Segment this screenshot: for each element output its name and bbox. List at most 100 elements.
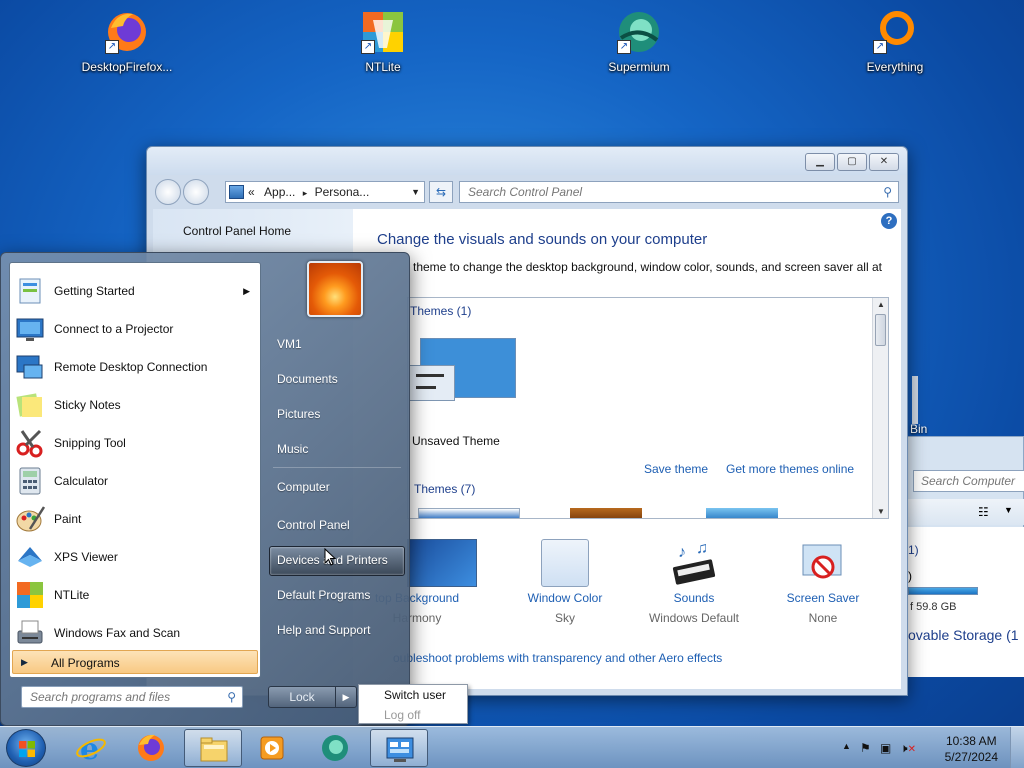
search-placeholder: Search Control Panel bbox=[468, 185, 583, 199]
start-link-documents[interactable]: Documents bbox=[277, 372, 338, 386]
forward-button[interactable] bbox=[183, 179, 209, 205]
recycle-bin-icon[interactable] bbox=[912, 376, 918, 424]
window-color-option[interactable]: Window Color Sky bbox=[505, 539, 625, 625]
window-color-icon bbox=[541, 539, 589, 587]
start-link-user[interactable]: VM1 bbox=[277, 337, 302, 351]
program-getting-started[interactable]: Getting Started ▶ bbox=[10, 273, 260, 309]
get-more-themes-link[interactable]: Get more themes online bbox=[726, 462, 854, 476]
desktop-icon-firefox[interactable]: ↗ DesktopFirefox... bbox=[72, 8, 182, 74]
internet-explorer-icon: e bbox=[76, 732, 106, 764]
unsaved-theme-thumbnail[interactable] bbox=[409, 338, 516, 401]
themes-scrollbar[interactable]: ▲ ▼ bbox=[872, 298, 888, 518]
aero-themes-header[interactable]: Themes (7) bbox=[414, 482, 475, 496]
maximize-button[interactable]: ▢ bbox=[837, 153, 867, 171]
network-icon[interactable]: ▣ bbox=[880, 741, 891, 755]
show-hidden-icons-arrow[interactable]: ▲ bbox=[842, 741, 851, 751]
search-icon[interactable]: ⚲ bbox=[883, 182, 892, 202]
program-sticky-notes[interactable]: Sticky Notes bbox=[10, 387, 260, 423]
play-arrow-icon: ▶ bbox=[21, 657, 28, 667]
program-label: Sticky Notes bbox=[54, 398, 121, 412]
help-icon[interactable]: ? bbox=[881, 213, 897, 229]
aero-theme-thumbnail[interactable] bbox=[706, 508, 778, 518]
troubleshoot-aero-link[interactable]: oubleshoot problems with transparency an… bbox=[393, 651, 722, 665]
scroll-down-icon[interactable]: ▼ bbox=[873, 507, 888, 516]
taskbar-supermium[interactable] bbox=[306, 729, 364, 767]
firefox-icon bbox=[138, 734, 164, 761]
taskbar-file-explorer[interactable] bbox=[184, 729, 242, 767]
mouse-cursor-icon bbox=[324, 548, 336, 566]
user-account-picture[interactable] bbox=[307, 261, 363, 317]
switch-user-item[interactable]: Switch user bbox=[384, 688, 446, 702]
control-panel-home-link[interactable]: Control Panel Home bbox=[183, 224, 291, 238]
computer-content: 1) ) f 59.8 GB ovable Storage (1 bbox=[908, 527, 1024, 677]
window-titlebar[interactable]: ▁ ▢ ✕ bbox=[147, 147, 907, 175]
back-button[interactable] bbox=[155, 179, 181, 205]
close-button[interactable]: ✕ bbox=[869, 153, 899, 171]
program-ntlite[interactable]: NTLite bbox=[10, 577, 260, 613]
taskbar-control-panel[interactable] bbox=[370, 729, 428, 767]
start-link-help-support[interactable]: Help and Support bbox=[277, 623, 370, 637]
chevron-down-icon[interactable]: ▼ bbox=[411, 182, 420, 202]
desktop-icon-supermium[interactable]: ↗ Supermium bbox=[584, 8, 694, 74]
desktop-icon-everything[interactable]: ↗ Everything bbox=[840, 8, 950, 74]
program-label: Getting Started bbox=[54, 284, 135, 298]
option-value: Sky bbox=[554, 611, 575, 625]
sounds-icon: ♪ ♫ bbox=[670, 539, 718, 587]
taskbar-media-player[interactable] bbox=[244, 729, 302, 767]
drive-free-space: f 59.8 GB bbox=[910, 601, 957, 613]
start-link-computer[interactable]: Computer bbox=[277, 480, 330, 494]
all-programs-button[interactable]: ▶ All Programs bbox=[12, 650, 258, 674]
taskbar-firefox[interactable] bbox=[122, 729, 180, 767]
taskbar-internet-explorer[interactable]: e bbox=[62, 729, 120, 767]
save-theme-link[interactable]: Save theme bbox=[644, 462, 708, 476]
chevron-down-icon[interactable]: ▼ bbox=[1004, 505, 1013, 515]
program-calculator[interactable]: Calculator bbox=[10, 463, 260, 499]
submenu-arrow-icon[interactable]: ▶ bbox=[243, 286, 250, 297]
sticky-notes-icon bbox=[14, 389, 46, 421]
search-control-panel-input[interactable]: Search Control Panel ⚲ bbox=[459, 181, 899, 203]
start-link-music[interactable]: Music bbox=[277, 442, 308, 456]
projector-icon bbox=[14, 313, 46, 345]
everything-search-icon: ↗ bbox=[871, 8, 919, 56]
start-search-input[interactable]: Search programs and files ⚲ bbox=[21, 686, 243, 708]
refresh-button[interactable]: ⇆ bbox=[429, 181, 453, 203]
sounds-option[interactable]: ♪ ♫ Sounds Windows Default bbox=[634, 539, 754, 625]
log-off-item[interactable]: Log off bbox=[384, 708, 420, 722]
scrollbar-thumb[interactable] bbox=[875, 314, 886, 346]
program-paint[interactable]: Paint bbox=[10, 501, 260, 537]
view-options-icon[interactable]: ☷ bbox=[978, 505, 989, 519]
lock-button[interactable]: Lock bbox=[268, 686, 336, 708]
volume-muted-icon[interactable]: 🕨✕ bbox=[900, 741, 916, 756]
breadcrumb-appearance[interactable]: App... bbox=[264, 185, 295, 199]
program-remote-desktop[interactable]: Remote Desktop Connection bbox=[10, 349, 260, 385]
clock[interactable]: 10:38 AM 5/27/2024 bbox=[945, 733, 998, 765]
aero-theme-thumbnail[interactable] bbox=[418, 508, 520, 518]
scroll-up-icon[interactable]: ▲ bbox=[873, 300, 888, 309]
screen-saver-option[interactable]: Screen Saver None bbox=[763, 539, 883, 625]
program-snipping-tool[interactable]: Snipping Tool bbox=[10, 425, 260, 461]
action-center-flag-icon[interactable]: ⚑ bbox=[860, 741, 871, 755]
program-xps-viewer[interactable]: XPS Viewer bbox=[10, 539, 260, 575]
start-link-default-programs[interactable]: Default Programs bbox=[277, 588, 370, 602]
svg-text:e: e bbox=[80, 732, 99, 764]
my-themes-header[interactable]: Themes (1) bbox=[410, 304, 471, 318]
minimize-button[interactable]: ▁ bbox=[805, 153, 835, 171]
removable-storage-header: ovable Storage (1 bbox=[908, 627, 1019, 643]
aero-theme-thumbnail[interactable] bbox=[570, 508, 642, 518]
start-link-control-panel[interactable]: Control Panel bbox=[277, 518, 350, 532]
desktop-icon-ntlite[interactable]: ↗ NTLite bbox=[328, 8, 438, 74]
search-icon[interactable]: ⚲ bbox=[227, 687, 236, 707]
getting-started-icon bbox=[14, 275, 46, 307]
power-options-arrow-icon[interactable]: ▶ bbox=[335, 686, 357, 708]
show-desktop-button[interactable] bbox=[1010, 727, 1024, 768]
folder-icon bbox=[200, 737, 228, 762]
address-bar[interactable]: « App... ▸ Persona... ▼ bbox=[225, 181, 425, 203]
breadcrumb-personalization[interactable]: Persona... bbox=[315, 185, 370, 199]
program-fax-scan[interactable]: Windows Fax and Scan bbox=[10, 615, 260, 651]
search-computer-input[interactable]: Search Computer bbox=[913, 470, 1024, 492]
start-button[interactable] bbox=[6, 729, 46, 767]
svg-text:♪: ♪ bbox=[678, 544, 686, 561]
start-link-pictures[interactable]: Pictures bbox=[277, 407, 320, 421]
program-connect-projector[interactable]: Connect to a Projector bbox=[10, 311, 260, 347]
supermium-icon bbox=[322, 735, 348, 761]
